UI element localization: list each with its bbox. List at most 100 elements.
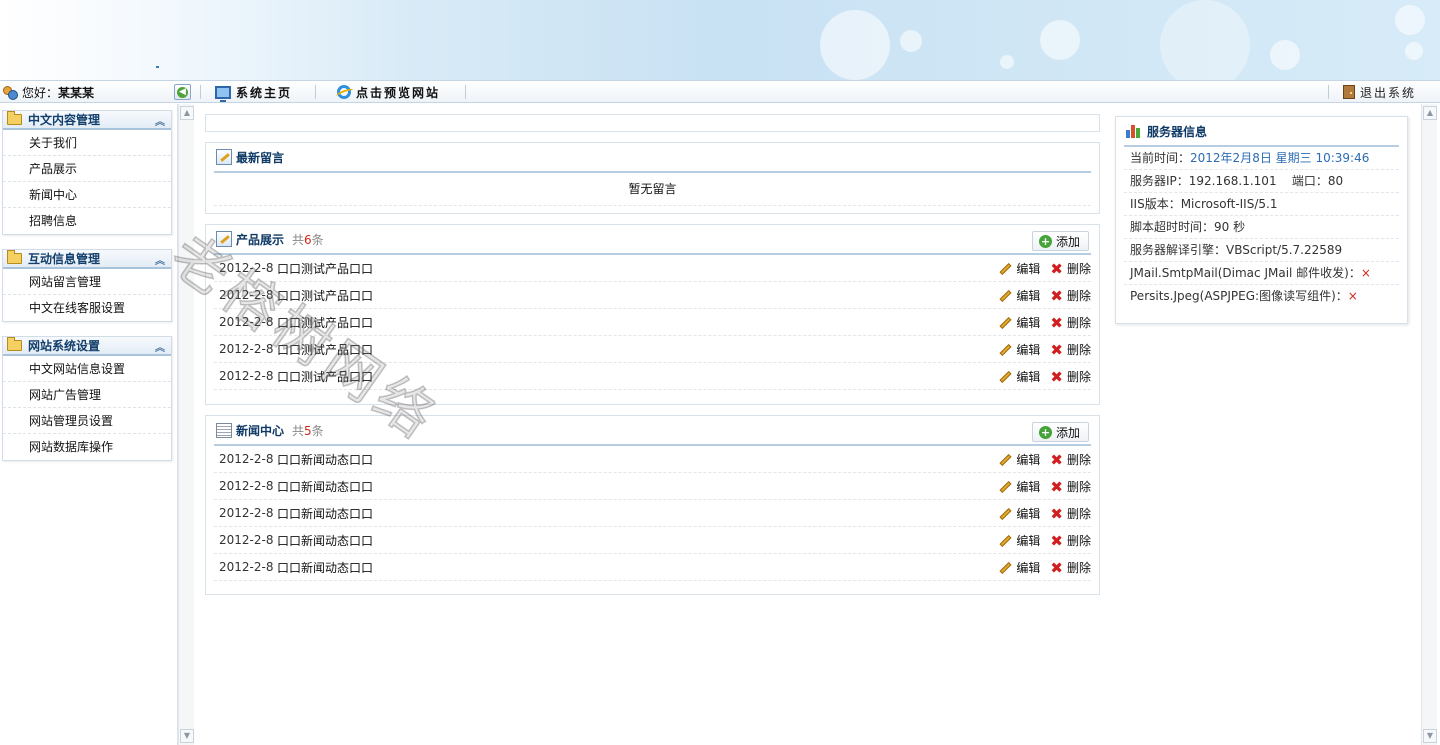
- chevron-up-icon[interactable]: ︽: [155, 113, 165, 128]
- delete-button[interactable]: ✖ 删除: [1050, 287, 1091, 304]
- folder-icon: [7, 337, 22, 351]
- ie-icon: [337, 85, 351, 99]
- delete-button[interactable]: ✖ 删除: [1050, 505, 1091, 522]
- delete-button[interactable]: ✖ 删除: [1050, 451, 1091, 468]
- sidebar-item-news[interactable]: 新闻中心: [3, 182, 171, 208]
- logout-link[interactable]: 退出系统: [1342, 81, 1416, 103]
- row-title[interactable]: 口口测试产品口口: [277, 314, 373, 331]
- delete-button[interactable]: ✖ 删除: [1050, 478, 1091, 495]
- sidebar-collapse-button[interactable]: ◀: [174, 84, 191, 100]
- table-row: 2012-2-8 口口新闻动态口口 编辑 ✖ 删除: [214, 473, 1091, 500]
- server-jpeg-row: Persits.Jpeg(ASPJPEG:图像读写组件)：×: [1130, 289, 1358, 303]
- products-header: 产品展示 共6条 + 添加: [214, 225, 1091, 255]
- row-title[interactable]: 口口测试产品口口: [277, 368, 373, 385]
- nav-home-link[interactable]: 系统主页: [215, 81, 292, 103]
- scroll-up-arrow[interactable]: ▲: [180, 106, 194, 120]
- sidebar-item-guestbook[interactable]: 网站留言管理: [3, 269, 171, 295]
- edit-button[interactable]: 编辑: [999, 559, 1040, 576]
- sidebar-item-site-info[interactable]: 中文网站信息设置: [3, 356, 171, 382]
- sidebar-item-online-service[interactable]: 中文在线客服设置: [3, 295, 171, 321]
- menu-group-title: 中文内容管理: [28, 113, 101, 127]
- x-icon: ✖: [1050, 313, 1063, 332]
- logout-label: 退出系统: [1359, 85, 1416, 100]
- scroll-down-arrow[interactable]: ▼: [1423, 729, 1437, 743]
- pencil-icon: [999, 370, 1012, 383]
- menu-group-header[interactable]: 互动信息管理 ︽: [3, 250, 171, 269]
- pencil-icon: [999, 453, 1012, 466]
- scroll-up-arrow[interactable]: ▲: [1423, 106, 1437, 120]
- edit-button[interactable]: 编辑: [999, 260, 1040, 277]
- server-engine-row: 服务器解译引擎：VBScript/5.7.22589: [1124, 239, 1399, 262]
- edit-button[interactable]: 编辑: [999, 368, 1040, 385]
- page-scrollbar[interactable]: ▲ ▼: [1421, 104, 1437, 745]
- news-header: 新闻中心 共5条 + 添加: [214, 416, 1091, 446]
- menu-group-header[interactable]: 网站系统设置 ︽: [3, 337, 171, 356]
- row-title[interactable]: 口口测试产品口口: [277, 341, 373, 358]
- news-add-button[interactable]: + 添加: [1031, 422, 1089, 442]
- row-title[interactable]: 口口新闻动态口口: [277, 478, 373, 495]
- nav-home-label: 系统主页: [236, 85, 293, 100]
- pencil-icon: [999, 289, 1012, 302]
- main-scrollbar[interactable]: ▲ ▼: [178, 104, 194, 745]
- delete-button[interactable]: ✖ 删除: [1050, 532, 1091, 549]
- edit-button[interactable]: 编辑: [999, 478, 1040, 495]
- edit-button[interactable]: 编辑: [999, 505, 1040, 522]
- delete-button[interactable]: ✖ 删除: [1050, 314, 1091, 331]
- pencil-icon: [999, 534, 1012, 547]
- messages-panel: 最新留言 暂无留言: [205, 142, 1100, 214]
- sidebar: 中文内容管理 ︽ 关于我们 产品展示 新闻中心 招聘信息 互动信息管理 ︽ 网站…: [0, 104, 178, 745]
- door-icon: [1342, 85, 1355, 99]
- row-title[interactable]: 口口测试产品口口: [277, 287, 373, 304]
- sidebar-item-jobs[interactable]: 招聘信息: [3, 208, 171, 234]
- server-timeout-row: 脚本超时时间：90 秒: [1124, 216, 1399, 239]
- note-icon: [216, 149, 232, 165]
- delete-button[interactable]: ✖ 删除: [1050, 260, 1091, 277]
- row-title[interactable]: 口口新闻动态口口: [277, 451, 373, 468]
- row-title[interactable]: 口口新闻动态口口: [277, 559, 373, 576]
- chevron-up-icon[interactable]: ︽: [155, 339, 165, 354]
- sidebar-item-admins[interactable]: 网站管理员设置: [3, 408, 171, 434]
- products-add-button[interactable]: + 添加: [1031, 231, 1089, 251]
- messages-header: 最新留言: [214, 143, 1091, 173]
- row-title[interactable]: 口口新闻动态口口: [277, 505, 373, 522]
- delete-button[interactable]: ✖ 删除: [1050, 368, 1091, 385]
- menu-group-settings: 网站系统设置 ︽ 中文网站信息设置 网站广告管理 网站管理员设置 网站数据库操作: [2, 336, 172, 461]
- sidebar-item-database[interactable]: 网站数据库操作: [3, 434, 171, 460]
- menu-group-title: 网站系统设置: [28, 339, 101, 353]
- menu-group-content: 中文内容管理 ︽ 关于我们 产品展示 新闻中心 招聘信息: [2, 110, 172, 235]
- row-title[interactable]: 口口测试产品口口: [277, 260, 373, 277]
- server-time-row: 当前时间：2012年2月8日 星期三 10:39:46: [1124, 147, 1399, 170]
- edit-button[interactable]: 编辑: [999, 532, 1040, 549]
- x-icon: ✖: [1050, 367, 1063, 386]
- messages-empty-text: 暂无留言: [214, 173, 1091, 206]
- edit-button[interactable]: 编辑: [999, 341, 1040, 358]
- menu-group-header[interactable]: 中文内容管理 ︽: [3, 111, 171, 130]
- row-actions: 编辑 ✖ 删除: [999, 446, 1091, 473]
- sidebar-item-about[interactable]: 关于我们: [3, 130, 171, 156]
- nav-preview-link[interactable]: 点击预览网站: [337, 81, 440, 103]
- row-date: 2012-2-8: [219, 506, 274, 520]
- delete-button[interactable]: ✖ 删除: [1050, 559, 1091, 576]
- table-row: 2012-2-8 口口测试产品口口 编辑 ✖ 删除: [214, 255, 1091, 282]
- server-info-panel: 服务器信息 当前时间：2012年2月8日 星期三 10:39:46 服务器IP：…: [1115, 116, 1408, 324]
- news-icon: [216, 422, 232, 438]
- row-title[interactable]: 口口新闻动态口口: [277, 532, 373, 549]
- back-arrow-icon: ◀: [177, 86, 188, 98]
- menu-group-interaction: 互动信息管理 ︽ 网站留言管理 中文在线客服设置: [2, 249, 172, 322]
- table-row: 2012-2-8 口口测试产品口口 编辑 ✖ 删除: [214, 309, 1091, 336]
- chevron-up-icon[interactable]: ︽: [155, 252, 165, 267]
- x-icon: ✖: [1050, 477, 1063, 496]
- row-actions: 编辑 ✖ 删除: [999, 527, 1091, 554]
- server-ip-row: 服务器IP：192.168.1.101 端口：80: [1124, 170, 1399, 193]
- x-icon: ✖: [1050, 340, 1063, 359]
- delete-button[interactable]: ✖ 删除: [1050, 341, 1091, 358]
- menu-group-title: 互动信息管理: [28, 252, 101, 266]
- edit-button[interactable]: 编辑: [999, 287, 1040, 304]
- edit-button[interactable]: 编辑: [999, 314, 1040, 331]
- server-time-value: 2012年2月8日 星期三 10:39:46: [1190, 151, 1370, 165]
- edit-button[interactable]: 编辑: [999, 451, 1040, 468]
- scroll-down-arrow[interactable]: ▼: [180, 729, 194, 743]
- sidebar-item-products[interactable]: 产品展示: [3, 156, 171, 182]
- sidebar-item-ads[interactable]: 网站广告管理: [3, 382, 171, 408]
- table-row: 2012-2-8 口口新闻动态口口 编辑 ✖ 删除: [214, 446, 1091, 473]
